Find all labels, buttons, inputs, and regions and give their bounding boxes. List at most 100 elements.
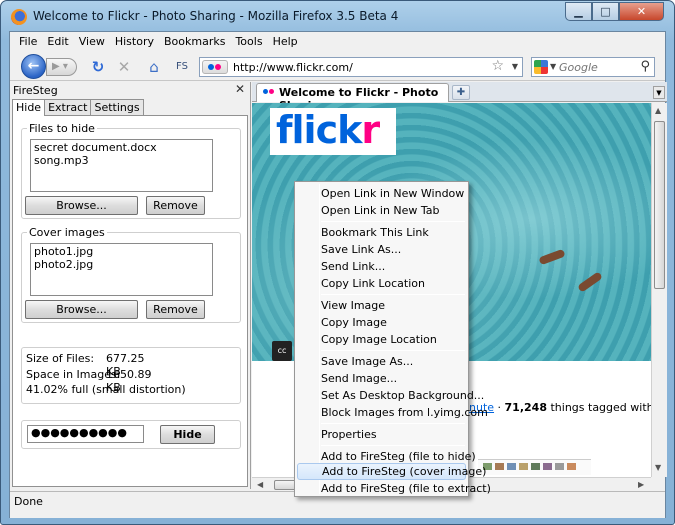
menu-view[interactable]: View <box>74 32 110 52</box>
navigation-toolbar: ← ▶ ▾ ↻ ✕ ⌂ FS http://www.flickr.com/ ☆ … <box>10 52 665 81</box>
forward-button[interactable]: ▶ ▾ <box>46 58 77 76</box>
hide-button[interactable]: Hide <box>160 425 215 444</box>
minimize-button[interactable]: ▁ <box>565 2 592 21</box>
remove-files-button[interactable]: Remove <box>146 196 205 215</box>
menu-add-firesteg-cover-image[interactable]: Add to FireSteg (cover image) <box>297 463 486 480</box>
logo-blue-text: flick <box>276 108 362 152</box>
menu-block-images[interactable]: Block Images from l.yimg.com <box>297 404 488 421</box>
menu-edit[interactable]: Edit <box>42 32 73 52</box>
firesteg-toolbar-button[interactable]: FS <box>172 57 192 77</box>
menu-bookmarks[interactable]: Bookmarks <box>159 32 230 52</box>
search-input[interactable] <box>559 59 631 75</box>
menu-save-image[interactable]: Save Image As... <box>297 353 466 370</box>
list-item[interactable]: song.mp3 <box>34 154 209 167</box>
flickr-logo[interactable]: flickr <box>270 108 396 155</box>
thumbnail[interactable] <box>531 463 540 470</box>
sidebar-tabs: Hide Extract Settings <box>12 99 144 116</box>
cover-images-list[interactable]: photo1.jpg photo2.jpg <box>30 243 213 296</box>
files-to-hide-group: Files to hide secret document.docx song.… <box>21 122 241 219</box>
menu-bar: File Edit View History Bookmarks Tools H… <box>10 32 665 52</box>
logo-pink-text: r <box>361 108 380 152</box>
site-identity-icon[interactable] <box>202 60 228 74</box>
chevron-down-icon: ▼ <box>656 89 662 97</box>
browse-images-button[interactable]: Browse... <box>25 300 138 319</box>
menu-properties[interactable]: Properties <box>297 426 466 443</box>
thumbnail-grid[interactable] <box>478 459 591 475</box>
vertical-scroll-thumb[interactable] <box>654 121 665 289</box>
thumbnail[interactable] <box>519 463 528 470</box>
window-title: Welcome to Flickr - Photo Sharing - Mozi… <box>33 9 399 23</box>
menu-copy-image[interactable]: Copy Image <box>297 314 466 331</box>
menu-open-link-new-tab[interactable]: Open Link in New Tab <box>297 202 466 219</box>
context-menu: Open Link in New Window Open Link in New… <box>294 181 491 497</box>
menu-separator <box>321 294 465 295</box>
scroll-left-icon[interactable]: ◀ <box>257 480 263 489</box>
tab-extract[interactable]: Extract <box>44 99 92 115</box>
title-bar[interactable]: Welcome to Flickr - Photo Sharing - Mozi… <box>1 1 674 31</box>
menu-open-link-new-window[interactable]: Open Link in New Window <box>297 185 466 202</box>
fullness-text: 41.02% full (small distortion) <box>26 383 186 396</box>
menu-tools[interactable]: Tools <box>230 32 267 52</box>
files-to-hide-label: Files to hide <box>27 122 97 135</box>
tag-count: 71,248 <box>504 401 547 414</box>
menu-history[interactable]: History <box>110 32 159 52</box>
tag-count-line: nute · 71,248 things tagged with jump · … <box>469 401 651 414</box>
menu-view-image[interactable]: View Image <box>297 297 466 314</box>
tab-flickr[interactable]: Welcome to Flickr - Photo Sharing <box>256 83 449 112</box>
menu-separator <box>321 445 465 446</box>
new-tab-button[interactable]: ✚ <box>452 85 470 100</box>
menu-bookmark-link[interactable]: Bookmark This Link <box>297 224 466 241</box>
menu-send-link[interactable]: Send Link... <box>297 258 466 275</box>
thumbnail[interactable] <box>567 463 576 470</box>
list-item[interactable]: photo2.jpg <box>34 258 209 271</box>
thumbnail[interactable] <box>495 463 504 470</box>
creative-commons-icon[interactable]: cc <box>272 341 292 361</box>
scroll-right-icon[interactable]: ▶ <box>638 480 644 489</box>
reload-icon[interactable]: ↻ <box>88 57 108 77</box>
thumbnail[interactable] <box>555 463 564 470</box>
thumbnail[interactable] <box>543 463 552 470</box>
menu-copy-image-location[interactable]: Copy Image Location <box>297 331 466 348</box>
url-bar[interactable]: http://www.flickr.com/ ☆ ▼ <box>199 57 523 77</box>
close-icon[interactable]: ✕ <box>235 82 245 96</box>
menu-send-image[interactable]: Send Image... <box>297 370 466 387</box>
bookmark-star-icon[interactable]: ☆ <box>491 58 504 74</box>
files-to-hide-list[interactable]: secret document.docx song.mp3 <box>30 139 213 192</box>
stop-icon[interactable]: ✕ <box>114 57 134 77</box>
swimmer-figure <box>577 271 603 293</box>
browser-tab-strip: Welcome to Flickr - Photo Sharing ✚ ▼ <box>252 82 667 112</box>
search-engine-dropdown-icon[interactable]: ▼ <box>550 62 556 71</box>
vertical-scrollbar[interactable]: ▲ ▼ <box>651 103 667 477</box>
menu-add-firesteg-file-to-extract[interactable]: Add to FireSteg (file to extract) <box>297 480 491 497</box>
list-item[interactable]: photo1.jpg <box>34 245 209 258</box>
search-icon[interactable]: ⚲ <box>640 59 650 74</box>
scroll-up-icon[interactable]: ▲ <box>655 106 661 115</box>
menu-set-desktop-background[interactable]: Set As Desktop Background... <box>297 387 484 404</box>
close-window-button[interactable]: ✕ <box>619 2 664 21</box>
firesteg-sidebar: FireSteg ✕ Hide Extract Settings Files t… <box>10 82 251 489</box>
back-arrow-icon: ← <box>27 58 40 74</box>
maximize-button[interactable]: □ <box>592 2 619 21</box>
menu-file[interactable]: File <box>14 32 42 52</box>
password-field[interactable]: ●●●●●●●●●● <box>27 425 144 443</box>
search-bar[interactable]: ▼ ⚲ <box>531 57 655 77</box>
password-group: ●●●●●●●●●● Hide <box>21 420 241 449</box>
url-dropdown-icon[interactable]: ▼ <box>512 62 518 71</box>
list-item[interactable]: secret document.docx <box>34 141 209 154</box>
menu-save-link[interactable]: Save Link As... <box>297 241 466 258</box>
google-icon[interactable] <box>534 60 548 74</box>
home-icon[interactable]: ⌂ <box>144 57 164 77</box>
thumbnail[interactable] <box>507 463 516 470</box>
capacity-stats: Size of Files: 677.25 KB Space in Images… <box>21 347 241 404</box>
firefox-icon <box>11 9 27 25</box>
hide-tab-panel: Files to hide secret document.docx song.… <box>12 115 248 487</box>
menu-help[interactable]: Help <box>268 32 303 52</box>
scroll-down-icon[interactable]: ▼ <box>655 463 661 472</box>
tab-settings[interactable]: Settings <box>90 99 144 115</box>
tab-list-button[interactable]: ▼ <box>653 86 665 99</box>
tab-hide[interactable]: Hide <box>12 99 46 116</box>
browse-files-button[interactable]: Browse... <box>25 196 138 215</box>
back-button[interactable]: ← <box>21 54 46 79</box>
menu-copy-link-location[interactable]: Copy Link Location <box>297 275 466 292</box>
remove-images-button[interactable]: Remove <box>146 300 205 319</box>
